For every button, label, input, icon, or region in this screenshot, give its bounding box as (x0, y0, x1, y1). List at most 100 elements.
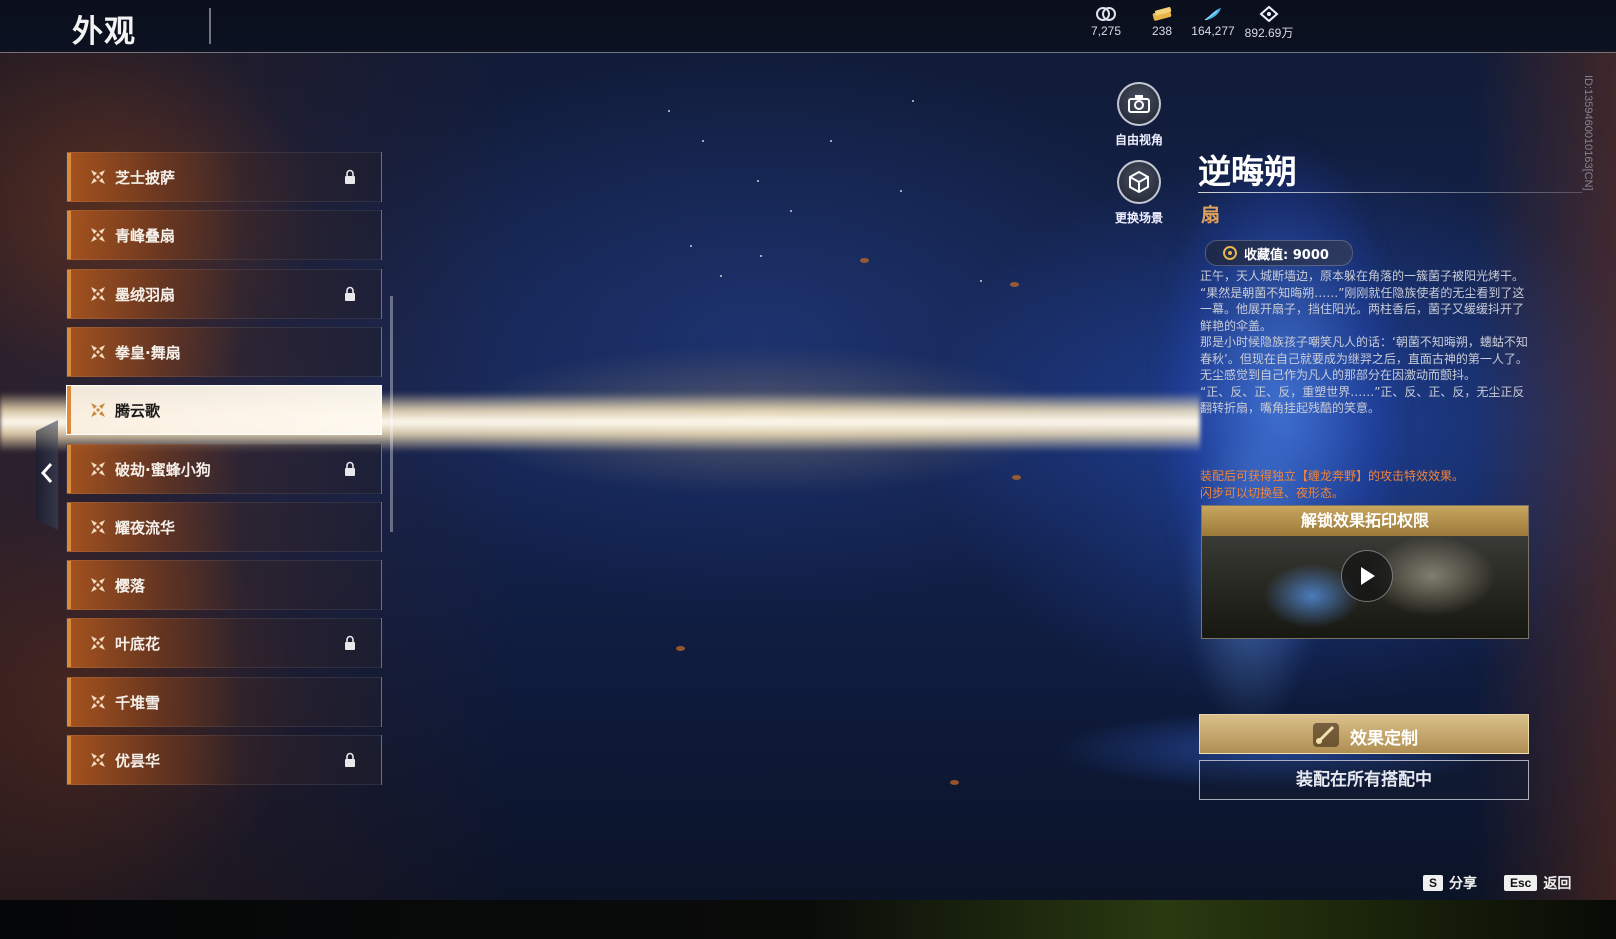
lock-icon (345, 461, 355, 476)
fan-category-icon (91, 636, 105, 650)
fan-category-icon (91, 695, 105, 709)
share-key-cap: S (1423, 875, 1444, 891)
list-item[interactable]: 拳皇·舞扇 (66, 327, 382, 377)
list-item[interactable]: 青峰叠扇 (66, 210, 382, 260)
name-underline (1198, 192, 1582, 193)
back-hotkey[interactable]: Esc 返回 (1504, 872, 1571, 894)
top-bar: 外观 7,275 238 164,277 892.69万 (0, 0, 1616, 53)
star (757, 180, 759, 182)
list-item[interactable]: 芝士披萨 (66, 152, 382, 202)
list-item-label: 樱落 (115, 577, 146, 595)
collect-value-text: 收藏值: 9000 (1244, 248, 1329, 263)
equip-all-label: 装配在所有搭配中 (1296, 770, 1432, 790)
fan-category-icon (91, 753, 105, 767)
fan-category-icon (91, 170, 105, 184)
fan-category-icon (91, 228, 105, 242)
diamond-icon (1259, 6, 1279, 22)
play-button[interactable] (1341, 550, 1393, 602)
currency-ticket-value: 238 (1151, 24, 1173, 38)
currency-feather-value: 164,277 (1191, 24, 1235, 38)
list-item[interactable]: 破劫·蜜蜂小狗 (66, 444, 382, 494)
description-paragraph: “正、反、正、反，重塑世界……”正、反、正、反，无尘正反翻转折扇，嘴角挂起残酷的… (1200, 384, 1525, 416)
currency-silver[interactable]: 7,275 (1084, 6, 1128, 38)
back-label: 返回 (1543, 876, 1572, 892)
collection-coin-icon (1223, 246, 1237, 260)
list-item[interactable]: 优昙华 (66, 735, 382, 785)
currency-ticket[interactable]: 238 (1144, 6, 1180, 38)
list-scrollbar[interactable] (390, 296, 393, 532)
star (912, 100, 914, 102)
play-icon (1361, 567, 1375, 585)
star (720, 275, 722, 277)
gold-ticket-icon (1152, 6, 1172, 21)
currency-diamond[interactable]: 892.69万 (1240, 6, 1298, 41)
list-item[interactable]: 千堆雪 (66, 677, 382, 727)
falling-leaf (1010, 282, 1019, 287)
item-name: 逆晦朔 (1198, 152, 1297, 191)
star (900, 190, 902, 192)
unlock-effect-panel[interactable]: 解锁效果拓印权限 (1201, 505, 1529, 639)
star (790, 210, 792, 212)
falling-leaf (860, 258, 869, 263)
description-paragraph: 那是小时候隐族孩子嘲笑凡人的话：‘朝菌不知晦朔，蟪蛄不知春秋’。但现在自己就要成… (1200, 335, 1528, 382)
lock-icon (345, 635, 355, 650)
collect-value-badge: 收藏值: 9000 (1205, 240, 1353, 266)
list-item-label: 破劫·蜜蜂小狗 (115, 461, 211, 479)
unlock-effect-title: 解锁效果拓印权限 (1300, 511, 1429, 530)
page-title: 外观 (72, 14, 136, 50)
cube-icon (1129, 170, 1149, 194)
list-item-label: 耀夜流华 (115, 519, 176, 537)
list-item[interactable]: 樱落 (66, 560, 382, 610)
list-item[interactable]: 腾云歌 (66, 385, 382, 435)
fan-category-icon (91, 403, 105, 417)
falling-leaf (1012, 475, 1021, 480)
effect-note: 装配后可获得独立【缠龙奔野】的攻击特效效果。 闪步可以切换昼、夜形态。 (1200, 468, 1532, 501)
falling-leaf (676, 646, 685, 651)
list-item[interactable]: 叶底花 (66, 618, 382, 668)
feather-icon (1204, 8, 1221, 21)
list-item-label: 青峰叠扇 (115, 227, 176, 245)
appearance-screen: 外观 7,275 238 164,277 892.69万 ID:13594600… (0, 0, 1616, 939)
list-item-label: 腾云歌 (115, 402, 161, 420)
silver-coin-icon (1096, 7, 1116, 21)
share-hotkey[interactable]: S 分享 (1423, 872, 1477, 894)
player-id-watermark: ID:1359460010163[CN] (1582, 75, 1594, 191)
change-scene-label: 更换场景 (1114, 211, 1163, 225)
list-item-label: 芝士披萨 (115, 169, 176, 187)
effect-note-line: 装配后可获得独立【缠龙奔野】的攻击特效效果。 (1200, 469, 1465, 483)
effect-customize-label: 效果定制 (1350, 729, 1418, 749)
title-divider (209, 8, 211, 44)
camera-icon (1128, 95, 1150, 113)
star (760, 255, 762, 257)
list-item-label: 叶底花 (115, 635, 161, 653)
lock-icon (345, 169, 355, 184)
fan-category-icon (91, 287, 105, 301)
effect-customize-button[interactable]: 效果定制 (1199, 714, 1529, 754)
item-description: 正午，天人城断墙边，原本躲在角落的一簇菌子被阳光烤干。 “果然是朝菌不知晦朔……… (1200, 268, 1532, 417)
star (690, 245, 692, 247)
currency-feather[interactable]: 164,277 (1188, 6, 1238, 38)
free-view-button[interactable] (1117, 82, 1161, 126)
list-item[interactable]: 耀夜流华 (66, 502, 382, 552)
description-paragraph: “果然是朝菌不知晦朔……”刚刚就任隐族使者的无尘看到了这一幕。他展开扇子，挡住阳… (1200, 285, 1525, 333)
brush-icon (1313, 723, 1339, 747)
item-type: 扇 (1201, 204, 1221, 226)
list-item-label: 优昙华 (115, 752, 161, 770)
appearance-list: 芝士披萨青峰叠扇墨绒羽扇拳皇·舞扇腾云歌破劫·蜜蜂小狗 耀夜流华樱落叶底花千堆雪优… (66, 152, 384, 796)
effect-note-line: 闪步可以切换昼、夜形态。 (1200, 485, 1345, 500)
lock-icon (345, 286, 355, 301)
list-item[interactable]: 墨绒羽扇 (66, 269, 382, 319)
star (668, 110, 670, 112)
fan-category-icon (91, 520, 105, 534)
equip-all-button[interactable]: 装配在所有搭配中 (1199, 760, 1529, 800)
star (980, 280, 982, 282)
fan-category-icon (91, 462, 105, 476)
share-label: 分享 (1449, 876, 1478, 892)
currency-silver-value: 7,275 (1090, 24, 1122, 38)
change-scene-button[interactable] (1117, 160, 1161, 204)
lock-icon (345, 752, 355, 767)
unlock-effect-header: 解锁效果拓印权限 (1202, 506, 1528, 536)
description-paragraph: 正午，天人城断墙边，原本躲在角落的一簇菌子被阳光烤干。 (1200, 269, 1525, 283)
chevron-left-icon[interactable] (40, 462, 54, 484)
effect-preview-video[interactable] (1202, 536, 1528, 638)
